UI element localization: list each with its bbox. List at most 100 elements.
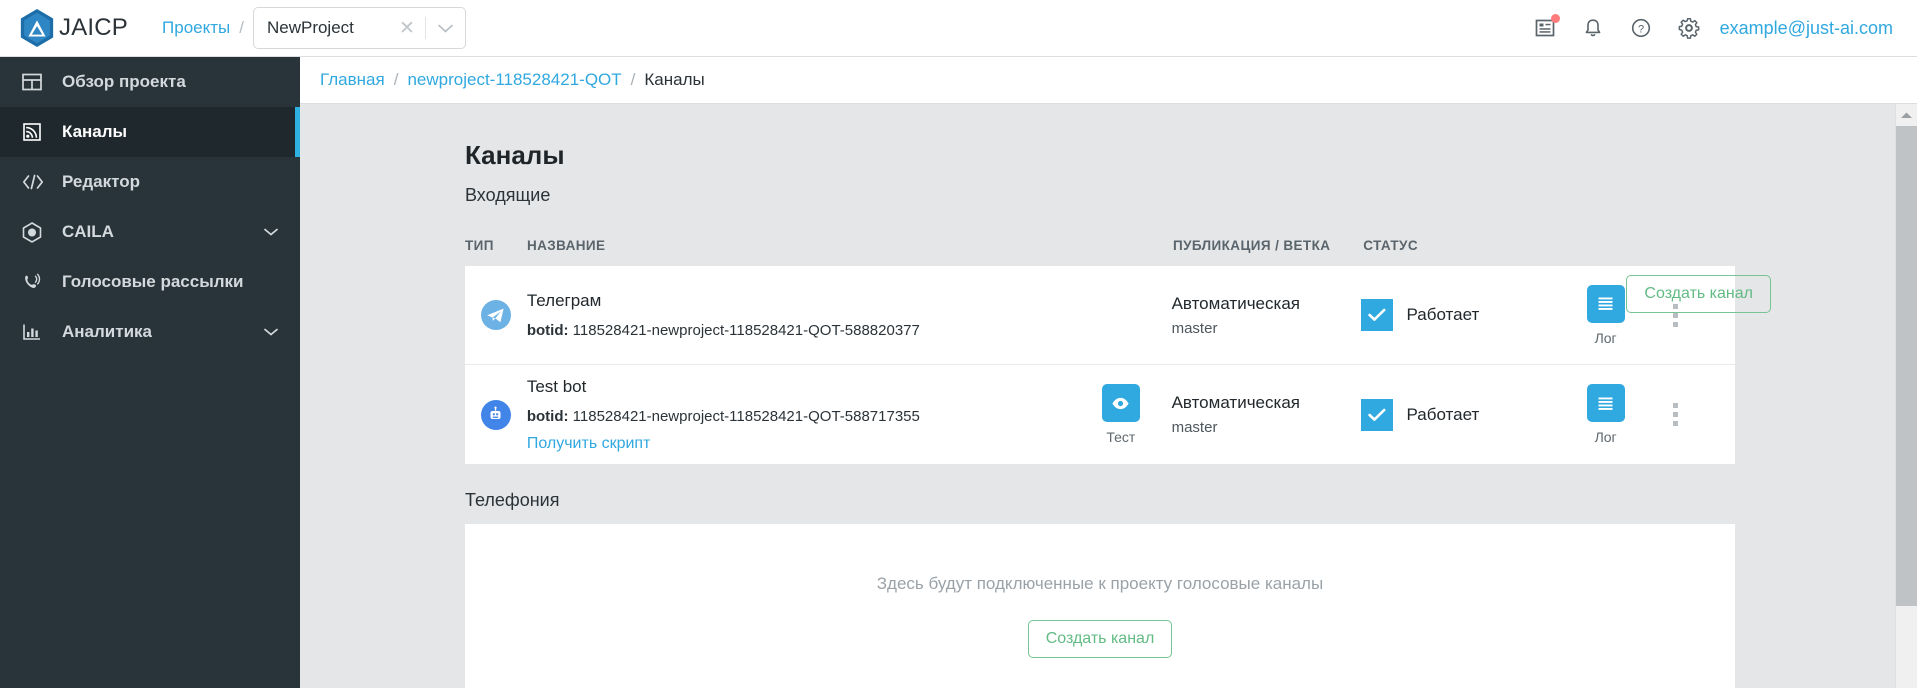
test-button[interactable]: Тест <box>1070 384 1172 445</box>
table-row[interactable]: Test bot botid: 118528421-newproject-118… <box>465 365 1735 464</box>
row-name-cell: Телеграм botid: 118528421-newproject-118… <box>527 291 1070 339</box>
column-header-type: ТИП <box>465 237 494 253</box>
test-button-label: Тест <box>1106 429 1136 445</box>
sidebar-item-label: Аналитика <box>62 322 152 341</box>
log-button-label: Лог <box>1594 429 1617 445</box>
user-email-link[interactable]: example@just-ai.com <box>1720 18 1893 39</box>
help-question-icon[interactable]: ? <box>1630 17 1652 39</box>
close-icon[interactable]: ✕ <box>389 19 425 38</box>
log-button[interactable]: Лог <box>1586 284 1625 346</box>
kebab-menu-icon[interactable] <box>1669 399 1682 430</box>
row-publication-cell: Автоматическая master <box>1172 393 1362 436</box>
eye-icon[interactable] <box>1101 384 1140 422</box>
telephony-section-label: Телефония <box>465 490 560 510</box>
inbound-section-label: Входящие <box>465 185 551 205</box>
breadcrumb-current: Каналы <box>644 70 705 89</box>
table-row[interactable]: Телеграм botid: 118528421-newproject-118… <box>465 266 1735 365</box>
channel-botid: botid: 118528421-newproject-118528421-QO… <box>527 322 1070 339</box>
phone-call-icon <box>22 272 48 292</box>
notification-badge <box>1550 14 1560 23</box>
sidebar-item-label: Каналы <box>62 122 128 141</box>
log-button[interactable]: Лог <box>1586 384 1625 445</box>
chat-bot-icon <box>480 399 511 430</box>
caret-up-icon[interactable] <box>1896 104 1917 126</box>
sidebar-item-label: CAILA <box>62 222 114 241</box>
log-lines-icon[interactable] <box>1586 284 1625 323</box>
status-text: Работает <box>1406 404 1480 424</box>
top-bar-right-icons: ? example@just-ai.com <box>1534 14 1893 39</box>
create-channel-button-telephony[interactable]: Создать канал <box>1027 619 1173 658</box>
publication-mode: Автоматическая <box>1171 393 1300 412</box>
publication-branch: master <box>1171 419 1218 436</box>
project-selector-value: NewProject <box>266 18 354 37</box>
chevron-down-icon[interactable] <box>426 24 465 33</box>
get-script-link[interactable]: Получить скрипт <box>527 435 651 453</box>
rss-channels-icon <box>22 122 48 142</box>
jaicp-hexagon-logo-icon <box>18 8 56 48</box>
channel-name: Телеграм <box>526 291 602 310</box>
column-header-name: НАЗВАНИЕ <box>526 237 606 253</box>
scrollbar-thumb[interactable] <box>1896 126 1917 606</box>
log-lines-icon[interactable] <box>1586 384 1625 422</box>
log-button-label: Лог <box>1594 329 1617 346</box>
telephony-empty-text: Здесь будут подключенные к проекту голос… <box>876 573 1324 593</box>
projects-link[interactable]: Проекты <box>162 18 230 38</box>
status-text: Работает <box>1406 305 1480 324</box>
vertical-scrollbar[interactable] <box>1895 104 1917 688</box>
bar-chart-icon <box>22 322 48 342</box>
table-header: ТИП НАЗВАНИЕ ПУБЛИКАЦИЯ / ВЕТКА СТАТУС <box>465 224 1735 266</box>
telegram-icon <box>480 300 511 330</box>
sidebar: Обзор проекта Каналы Редактор CAILA Голо… <box>0 57 300 688</box>
dashboard-grid-icon <box>22 72 48 92</box>
sidebar-item-kanaly[interactable]: Каналы <box>0 107 300 157</box>
page-content: Каналы Входящие Создать канал ТИП НАЗВАН… <box>300 104 1771 688</box>
sidebar-item-label: Голосовые рассылки <box>62 272 244 291</box>
sidebar-item-golosovye-rassylki[interactable]: Голосовые рассылки <box>0 257 300 307</box>
telephony-empty-card: Здесь будут подключенные к проекту голос… <box>465 524 1735 688</box>
row-actions-cell: Лог <box>1565 384 1735 445</box>
status-badge: Работает <box>1361 398 1564 431</box>
top-bar: JAICP Проекты / NewProject ✕ ? example@j… <box>0 0 1917 57</box>
botid-label: botid: <box>526 407 569 425</box>
row-test-cell: Тест <box>1070 384 1172 445</box>
check-icon <box>1361 299 1394 331</box>
page-title: Каналы <box>465 140 565 170</box>
column-header-status: СТАТУС <box>1363 237 1418 253</box>
channel-botid: botid: 118528421-newproject-118528421-QO… <box>527 408 1070 425</box>
bell-icon[interactable] <box>1582 17 1604 39</box>
sidebar-item-analitika[interactable]: Аналитика <box>0 307 300 357</box>
botid-value: 118528421-newproject-118528421-QOT-58871… <box>572 407 920 425</box>
column-header-publication: ПУБЛИКАЦИЯ / ВЕТКА <box>1173 237 1331 253</box>
channels-table: Телеграм botid: 118528421-newproject-118… <box>465 266 1735 464</box>
row-publication-cell: Автоматическая master <box>1172 294 1362 337</box>
botid-value: 118528421-newproject-118528421-QOT-58882… <box>572 322 920 339</box>
breadcrumb-project[interactable]: newproject-118528421-QOT <box>407 70 621 90</box>
botid-label: botid: <box>526 322 569 339</box>
project-selector[interactable]: NewProject ✕ <box>252 7 466 49</box>
status-badge: Работает <box>1361 299 1564 331</box>
brand-text: JAICP <box>59 14 129 41</box>
publication-mode: Автоматическая <box>1171 293 1300 313</box>
row-name-cell: Test bot botid: 118528421-newproject-118… <box>527 377 1070 453</box>
sidebar-item-label: Редактор <box>62 172 140 191</box>
news-list-icon[interactable] <box>1534 14 1560 39</box>
caila-hexagon-icon <box>22 221 48 243</box>
row-status-cell: Работает <box>1361 299 1564 331</box>
brand[interactable]: JAICP <box>18 8 128 48</box>
chevron-down-icon[interactable] <box>264 328 278 336</box>
row-type-cell <box>465 300 527 330</box>
chevron-down-icon[interactable] <box>264 228 278 236</box>
create-channel-button-top[interactable]: Создать канал <box>1626 275 1771 313</box>
scroll-area: Каналы Входящие Создать канал ТИП НАЗВАН… <box>300 104 1917 688</box>
row-status-cell: Работает <box>1361 398 1564 431</box>
gear-icon[interactable] <box>1678 17 1700 39</box>
sidebar-item-caila[interactable]: CAILA <box>0 207 300 257</box>
code-brackets-icon <box>22 173 48 191</box>
breadcrumb-separator: / <box>393 70 399 89</box>
sidebar-item-redaktor[interactable]: Редактор <box>0 157 300 207</box>
publication-branch: master <box>1171 319 1218 337</box>
breadcrumb-home[interactable]: Главная <box>320 70 385 90</box>
sidebar-item-obzor-proekta[interactable]: Обзор проекта <box>0 57 300 107</box>
app-root: JAICP Проекты / NewProject ✕ ? example@j… <box>0 0 1917 688</box>
breadcrumb-separator: / <box>630 70 636 89</box>
